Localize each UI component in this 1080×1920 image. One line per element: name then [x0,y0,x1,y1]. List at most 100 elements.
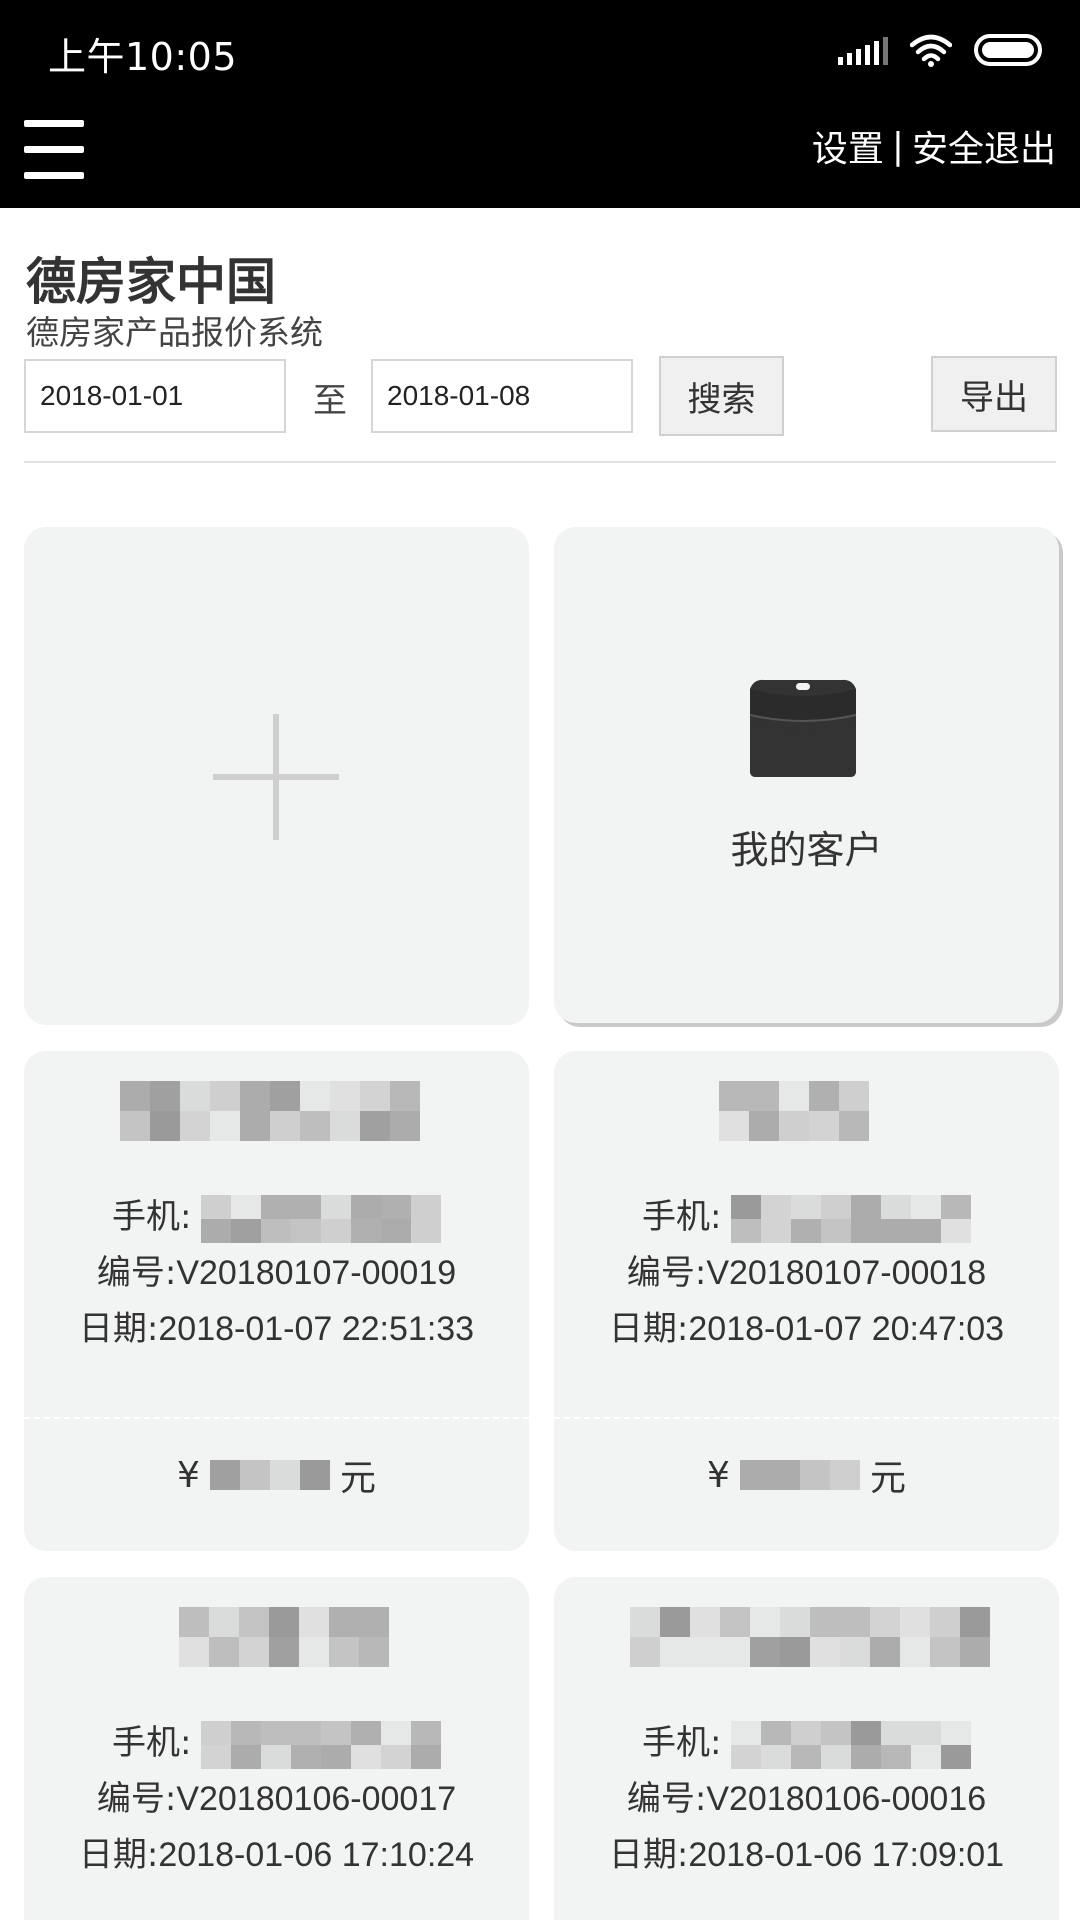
status-bar: 上午10:05 [0,0,1080,100]
redaction-pixel [850,1721,881,1746]
currency-symbol: ¥ [177,1454,200,1496]
redaction-pixel [820,1745,851,1770]
export-button[interactable]: 导出 [931,356,1057,432]
redaction-pixel [270,1081,300,1111]
redaction-pixel [630,1607,660,1637]
settings-link[interactable]: 设置 [812,120,884,172]
redaction-pixel [230,1745,261,1770]
redaction-pixel [930,1637,960,1667]
redaction-pixel [790,1195,821,1220]
redaction-pixel [820,1195,851,1220]
redaction-pixel [910,1195,941,1220]
page-title: 德房家中国 [26,253,276,311]
redaction-pixel [690,1637,720,1667]
quote-card[interactable]: 手机: 编号:V20180107-00019 日期:2018-01-07 22:… [24,1051,529,1551]
redaction-pixel [900,1607,930,1637]
currency-symbol: ¥ [707,1454,730,1496]
nav-separator: | [891,125,904,167]
redaction-pixel [760,1745,791,1770]
to-label: 至 [313,381,347,421]
redaction-pixel [210,1081,240,1111]
redaction-pixel [260,1195,291,1220]
quote-card[interactable]: 手机: 编号:V20180106-00016 日期:2018-01-06 17:… [554,1577,1059,1920]
quote-number: V20180107-00018 [706,1254,987,1292]
redaction-pixel [880,1721,911,1746]
quote-card[interactable]: 手机: 编号:V20180107-00018 日期:2018-01-07 20:… [554,1051,1059,1551]
phone-line: 手机: [554,1715,1059,1770]
redaction-pixel [380,1195,411,1220]
page-subtitle: 德房家产品报价系统 [26,313,323,352]
date-line: 日期:2018-01-06 17:09:01 [554,1827,1059,1876]
redaction-pixel [880,1219,911,1244]
redaction-pixel [730,1219,761,1244]
redaction-pixel [780,1607,810,1637]
redaction-pixel [200,1721,231,1746]
redaction-pixel [410,1721,441,1746]
redaction-pixel [720,1607,750,1637]
redaction-pixel [820,1219,851,1244]
my-customers-tile[interactable]: 我的客户 [554,527,1059,1023]
quote-number: V20180106-00016 [706,1780,987,1818]
redaction-pixel [269,1460,300,1490]
redaction-pixel [749,1111,779,1141]
phone-redacted [200,1195,441,1244]
menu-icon[interactable] [22,118,86,182]
redaction-pixel [850,1219,881,1244]
redaction-pixel [320,1195,351,1220]
redaction-pixel [880,1745,911,1770]
redaction-pixel [910,1721,941,1746]
redaction-pixel [719,1081,749,1111]
quote-number: V20180107-00019 [176,1254,457,1292]
date-from-input[interactable] [24,359,286,433]
quote-number: V20180106-00017 [176,1780,457,1818]
quote-card[interactable]: 手机: 编号:V20180106-00017 日期:2018-01-06 17:… [24,1577,529,1920]
number-label: 编号: [96,1253,177,1293]
number-line: 编号:V20180107-00018 [554,1245,1059,1294]
status-icons [838,30,1042,70]
redaction-pixel [960,1607,990,1637]
redaction-pixel [910,1219,941,1244]
redaction-pixel [260,1219,291,1244]
price-redacted [739,1460,860,1490]
date-to-input[interactable] [371,359,633,433]
briefcase-icon [749,679,857,777]
redaction-pixel [290,1219,321,1244]
currency-unit: 元 [339,1458,376,1499]
redaction-pixel [120,1081,150,1111]
quote-date: 2018-01-07 20:47:03 [688,1310,1005,1348]
add-quote-tile[interactable] [24,527,529,1025]
divider [24,461,1056,463]
redaction-pixel [350,1745,381,1770]
redaction-pixel [380,1721,411,1746]
customer-name-redacted [630,1607,990,1667]
logout-link[interactable]: 安全退出 [912,120,1056,172]
redaction-pixel [809,1081,839,1111]
redaction-pixel [350,1721,381,1746]
redaction-pixel [390,1111,420,1141]
redaction-pixel [410,1195,441,1220]
redaction-pixel [210,1111,240,1141]
nav-links: 设置 | 安全退出 [812,120,1056,172]
redaction-pixel [180,1081,210,1111]
redaction-pixel [839,1081,869,1111]
price-redacted [209,1460,330,1490]
number-line: 编号:V20180107-00019 [24,1245,529,1294]
search-button[interactable]: 搜索 [659,356,784,436]
number-label: 编号: [626,1253,707,1293]
phone-label: 手机: [642,1197,722,1237]
phone-line: 手机: [24,1715,529,1770]
redaction-pixel [870,1637,900,1667]
redaction-pixel [779,1081,809,1111]
redaction-pixel [360,1111,390,1141]
number-label: 编号: [626,1779,707,1819]
redaction-pixel [260,1745,291,1770]
redaction-pixel [270,1111,300,1141]
redaction-pixel [760,1195,791,1220]
signal-icon [838,35,888,65]
redaction-pixel [150,1081,180,1111]
redaction-pixel [320,1219,351,1244]
redaction-pixel [660,1607,690,1637]
customer-name-redacted [719,1081,869,1141]
redaction-pixel [820,1721,851,1746]
redaction-pixel [720,1637,750,1667]
